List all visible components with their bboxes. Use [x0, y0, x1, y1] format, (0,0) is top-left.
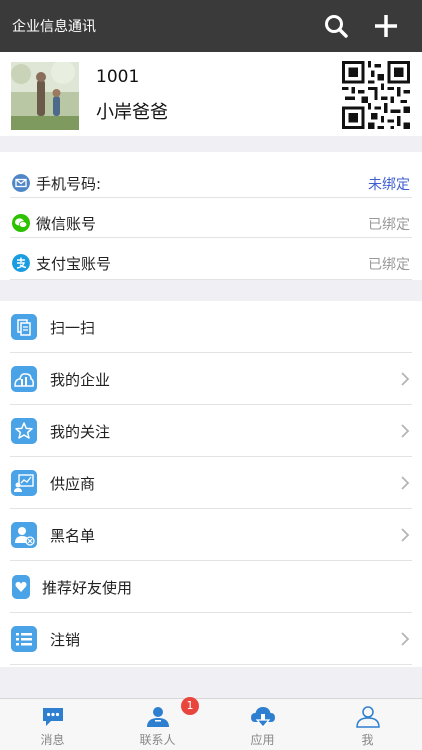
blacklist-icon: [11, 522, 37, 548]
binding-status: 未绑定: [368, 177, 410, 193]
menu-item-enterprise[interactable]: 我的企业: [0, 353, 422, 405]
menu-label: 扫一扫: [50, 319, 96, 337]
menu-label: 注销: [50, 631, 81, 649]
menu-label: 推荐好友使用: [42, 579, 133, 597]
enterprise-icon: [11, 366, 37, 392]
chevron-right-icon: [401, 528, 410, 542]
contacts-icon: [147, 707, 169, 727]
message-icon: [43, 708, 63, 726]
wechat-icon: [12, 214, 30, 232]
tab-label: 应用: [250, 733, 275, 747]
divider: [10, 279, 412, 280]
chevron-right-icon: [401, 476, 410, 490]
chevron-right-icon: [401, 424, 410, 438]
chevron-right-icon: [401, 372, 410, 386]
top-bar: 企业信息通讯: [0, 0, 422, 52]
menu-item-recommend[interactable]: 推荐好友使用: [0, 561, 422, 613]
tab-label: 消息: [40, 733, 65, 747]
qr-code-icon[interactable]: [342, 61, 410, 129]
menu-label: 我的企业: [50, 371, 111, 389]
binding-status: 已绑定: [368, 217, 410, 233]
tab-label: 我: [361, 733, 374, 747]
menu-item-scan[interactable]: 扫一扫: [0, 301, 422, 353]
user-id: 1001: [96, 67, 140, 87]
tab-label: 联系人: [139, 733, 176, 747]
tab-me[interactable]: 我: [315, 699, 420, 750]
menu-label: 黑名单: [50, 527, 96, 545]
tab-messages[interactable]: 消息: [0, 699, 105, 750]
menu-item-blacklist[interactable]: 黑名单: [0, 509, 422, 561]
contacts-badge: 1: [181, 697, 199, 715]
alipay-icon: [12, 254, 30, 272]
menu-item-supplier[interactable]: 供应商: [0, 457, 422, 509]
apps-icon: [251, 707, 275, 728]
menu-label: 我的关注: [50, 423, 111, 441]
menu-item-following[interactable]: 我的关注: [0, 405, 422, 457]
avatar[interactable]: [11, 62, 79, 130]
binding-label: 微信账号: [36, 215, 97, 233]
binding-label: 手机号码:: [36, 175, 102, 193]
app-title: 企业信息通讯: [12, 19, 96, 35]
heart-icon: [12, 575, 30, 599]
search-icon[interactable]: [322, 12, 350, 40]
menu-section: 扫一扫 我的企业 我的关注 供应商 黑名单 推荐好友使用 注销: [0, 301, 422, 667]
profile-card[interactable]: 1001 小岸爸爸: [0, 52, 422, 136]
binding-label: 支付宝账号: [36, 255, 112, 273]
binding-section: 手机号码: 未绑定 微信账号 已绑定 支付宝账号 已绑定: [0, 152, 422, 280]
plus-icon[interactable]: [372, 12, 400, 40]
divider: [10, 237, 412, 238]
tab-apps[interactable]: 应用: [210, 699, 315, 750]
list-icon: [11, 626, 37, 652]
supplier-icon: [11, 470, 37, 496]
divider: [10, 197, 412, 198]
menu-label: 供应商: [50, 475, 96, 493]
binding-row-alipay[interactable]: 支付宝账号 已绑定: [0, 242, 422, 283]
scan-icon: [11, 314, 37, 340]
user-name: 小岸爸爸: [96, 102, 168, 123]
tab-bar: 消息 联系人 应用 我: [0, 698, 422, 750]
chevron-right-icon: [401, 632, 410, 646]
star-icon: [11, 418, 37, 444]
menu-item-logout[interactable]: 注销: [0, 613, 422, 665]
divider: [10, 664, 412, 665]
me-icon: [356, 706, 380, 728]
envelope-icon: [12, 174, 30, 192]
binding-status: 已绑定: [368, 257, 410, 273]
